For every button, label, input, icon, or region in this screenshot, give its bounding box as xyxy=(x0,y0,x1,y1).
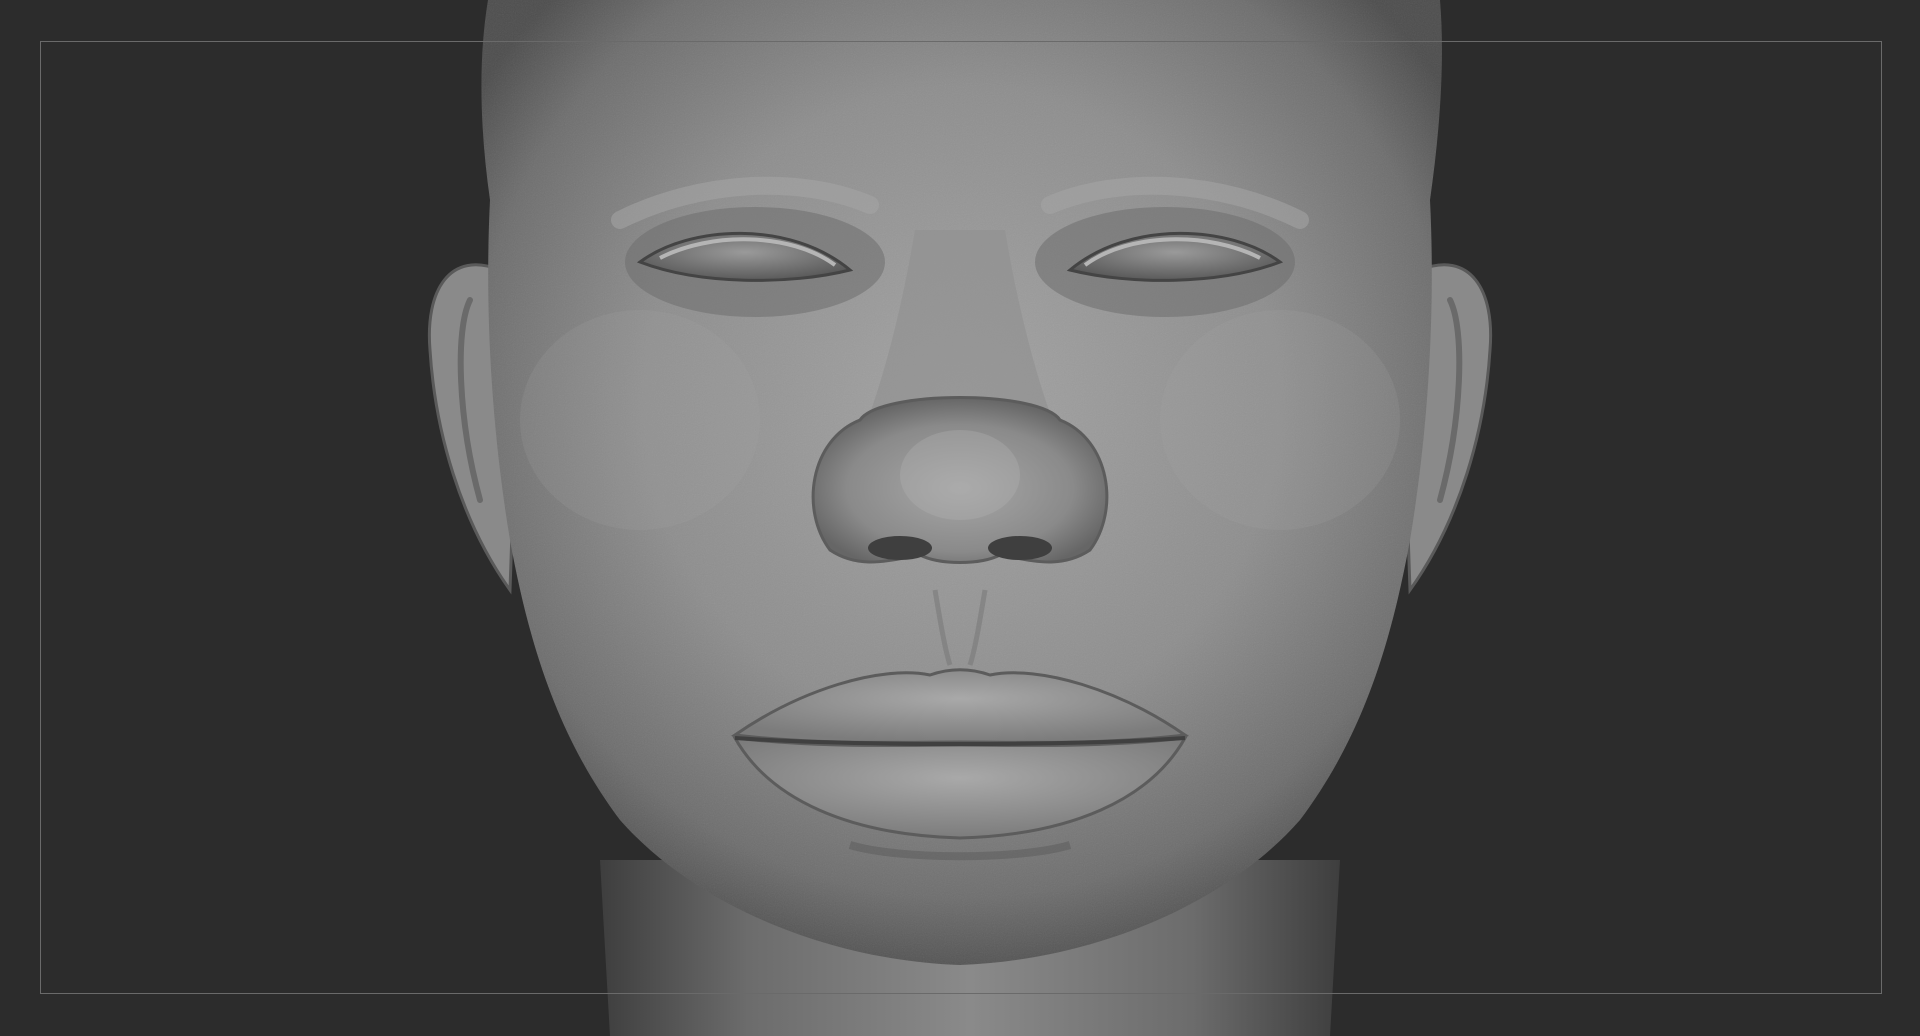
nostril-right xyxy=(988,536,1052,560)
nostril-left xyxy=(868,536,932,560)
head-sculpt-model[interactable] xyxy=(0,0,1920,1036)
viewport-canvas[interactable] xyxy=(0,0,1920,1036)
